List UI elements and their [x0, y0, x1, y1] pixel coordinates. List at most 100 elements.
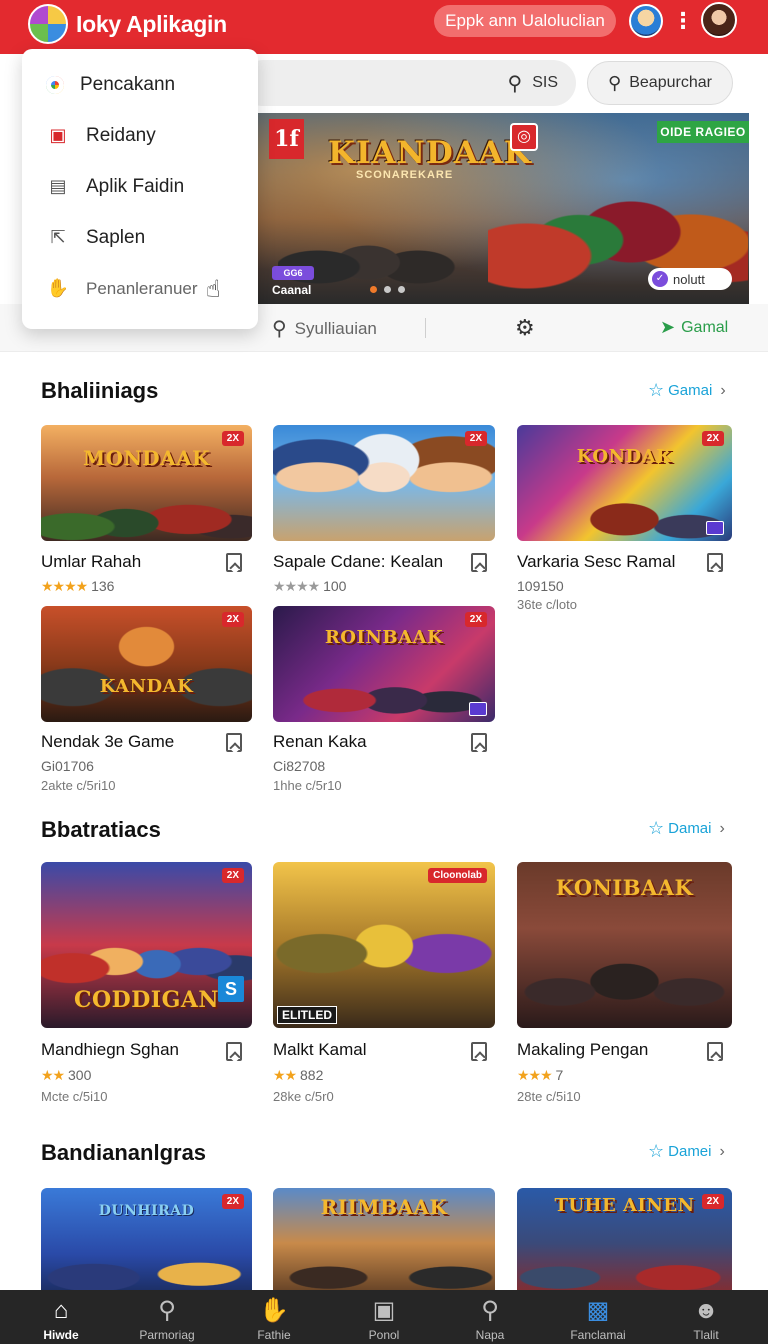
rating-stars: ★★: [41, 1067, 65, 1083]
nav-item-napa[interactable]: ⚲ Napa: [442, 1290, 538, 1344]
menu-item-label: Aplik Faidin: [86, 175, 185, 197]
nav-item-label: Fanclamai: [570, 1328, 626, 1342]
chevron-right-icon: ›: [719, 1142, 725, 1160]
bottom-navigation: ⌂ Hiwde ⚲ Parmoriag ✋ Fathie ▣ Ponol ⚲ N…: [0, 1290, 768, 1344]
section-see-all-link[interactable]: ☆ Damai ›: [648, 818, 725, 839]
card-tag: 2X: [701, 1194, 724, 1209]
game-card-image[interactable]: CODDIGAN 2X S: [41, 862, 252, 1028]
bookmark-icon[interactable]: [226, 733, 242, 752]
game-filter-label: Gamal: [681, 318, 729, 336]
game-card-image[interactable]: KONIBAAK: [517, 862, 732, 1028]
game-card-sub: 28te c/5i10: [517, 1089, 581, 1104]
section-title: Bhaliiniags: [41, 378, 159, 403]
nav-item-ponol[interactable]: ▣ Ponol: [336, 1290, 432, 1344]
user-avatar[interactable]: [701, 2, 737, 38]
game-card-title[interactable]: Nendak 3e Game: [41, 732, 174, 752]
game-card-title[interactable]: Umlar Rahah: [41, 552, 141, 572]
game-art-figures: [41, 469, 252, 541]
banner-pill-button[interactable]: ✓ nolutt: [648, 268, 732, 290]
action-search-button[interactable]: ⚲ Syulliauian: [272, 316, 377, 341]
profile-avatar-icon[interactable]: [629, 4, 663, 38]
nav-item-home[interactable]: ⌂ Hiwde: [13, 1290, 109, 1344]
menu-item[interactable]: ⇱ Saplen: [22, 212, 258, 263]
carousel-dot[interactable]: [384, 286, 391, 293]
gear-icon[interactable]: ⚙: [515, 315, 535, 341]
bookmark-icon[interactable]: [226, 553, 242, 572]
carousel-dot[interactable]: [398, 286, 405, 293]
nav-item-label: Ponol: [368, 1328, 400, 1342]
header-pill-button[interactable]: Eppk ann Ualoluclian: [434, 5, 616, 37]
game-art-title: MONDAAK: [82, 445, 211, 470]
news-icon: ▩: [586, 1297, 610, 1324]
bookmark-icon[interactable]: [471, 553, 487, 572]
banner-art-soldiers: [278, 204, 478, 294]
game-card-title[interactable]: Renan Kaka: [273, 732, 367, 752]
bookmark-icon[interactable]: [471, 1042, 487, 1061]
explore-button[interactable]: ⚲ Beapurchar: [587, 61, 733, 105]
nav-item-fathie[interactable]: ✋ Fathie: [226, 1290, 322, 1344]
game-card-image[interactable]: MONDAAK 2X: [41, 425, 252, 541]
chevron-right-icon: ›: [720, 381, 726, 399]
game-card-title[interactable]: Makaling Pengan: [517, 1040, 648, 1060]
card-tag: 2X: [221, 1194, 244, 1209]
game-card-image[interactable]: KONDAK 2X: [517, 425, 732, 541]
game-art-title: KANDAK: [99, 675, 194, 697]
menu-item[interactable]: ▣ Reidany: [22, 110, 258, 161]
app-menu-dropdown: Pencakann ▣ Reidany ▤ Aplik Faidin ⇱ Sap…: [22, 49, 258, 329]
game-card-image[interactable]: RIIMBAAK: [273, 1188, 495, 1298]
explore-button-label: Beapurchar: [629, 74, 712, 91]
app-title: Ioky Aplikagin: [76, 10, 227, 37]
game-card-image[interactable]: DUNHIRAD 2X: [41, 1188, 252, 1298]
game-card-image[interactable]: TUHE AINEN 2X: [517, 1188, 732, 1298]
banner-title: KIANDAAK: [328, 135, 532, 171]
nav-item-label: Hiwde: [43, 1328, 79, 1342]
game-art-figures: [273, 425, 495, 541]
nav-item-fanclamai[interactable]: ▩ Fanclamai: [550, 1290, 646, 1344]
section-see-all-link[interactable]: ☆ Damei ›: [648, 1141, 725, 1162]
rating-stars: ★★★★: [273, 578, 320, 594]
search-icon: ⚲: [507, 72, 523, 95]
game-filter-button[interactable]: ➤ Gamal: [660, 317, 728, 338]
featured-banner[interactable]: 1f KIANDAAK SCONAREKARE ◎ OIDE RAGIEO GG…: [258, 113, 749, 304]
bookmark-icon[interactable]: [707, 1042, 723, 1061]
carousel-dots[interactable]: [370, 286, 405, 293]
app-logo[interactable]: Ioky Aplikagin: [28, 0, 227, 48]
bookmark-icon[interactable]: [471, 733, 487, 752]
section-link-label: Damai: [668, 820, 712, 837]
user-icon: ☻: [693, 1297, 719, 1324]
more-vert-icon[interactable]: ⋮: [672, 6, 694, 36]
game-card-title[interactable]: Mandhiegn Sghan: [41, 1040, 179, 1060]
star-outline-icon: ☆: [648, 380, 665, 400]
carousel-dot[interactable]: [370, 286, 377, 293]
game-card-image[interactable]: 2X: [273, 425, 495, 541]
menu-item-label: Pencakann: [80, 73, 176, 95]
menu-item[interactable]: Pencakann: [22, 59, 258, 110]
menu-item[interactable]: ▤ Aplik Faidin: [22, 161, 258, 212]
bookmark-icon[interactable]: [226, 1042, 242, 1061]
game-card-image[interactable]: ROINBAAK 2X: [273, 606, 495, 722]
game-art-figures: [273, 650, 495, 722]
chevron-right-icon: ›: [719, 819, 725, 837]
game-card-meta: Gi01706: [41, 758, 94, 774]
card-tag: 2X: [221, 868, 244, 883]
search-input[interactable]: ⚲ SIS: [240, 60, 576, 106]
platform-icon: [706, 521, 724, 535]
game-card-rating: ★★ 300: [41, 1067, 91, 1084]
check-icon: ✓: [652, 271, 668, 287]
nav-item-profile[interactable]: ☻ Tlalit: [658, 1290, 754, 1344]
section-see-all-link[interactable]: ☆ Gamai ›: [648, 380, 726, 401]
bookmark-icon[interactable]: [707, 553, 723, 572]
game-card-title[interactable]: Sapale Cdane: Kealan: [273, 552, 443, 572]
menu-item[interactable]: ✋ Penanleranuer: [22, 263, 258, 314]
search-icon: ⚲: [272, 318, 287, 340]
game-card-image[interactable]: Cloonolab ELITLED: [273, 862, 495, 1028]
game-card-title[interactable]: Malkt Kamal: [273, 1040, 367, 1060]
platform-icon: [469, 702, 487, 716]
game-art-figures: [517, 1229, 732, 1298]
search-text: SIS: [532, 74, 558, 91]
game-card-meta: Ci82708: [273, 758, 326, 774]
nav-item-discover[interactable]: ⚲ Parmoriag: [119, 1290, 215, 1344]
game-card-image[interactable]: KANDAK 2X: [41, 606, 252, 722]
game-card-title[interactable]: Varkaria Sesc Ramal: [517, 552, 675, 572]
card-tag: 2X: [464, 431, 487, 446]
